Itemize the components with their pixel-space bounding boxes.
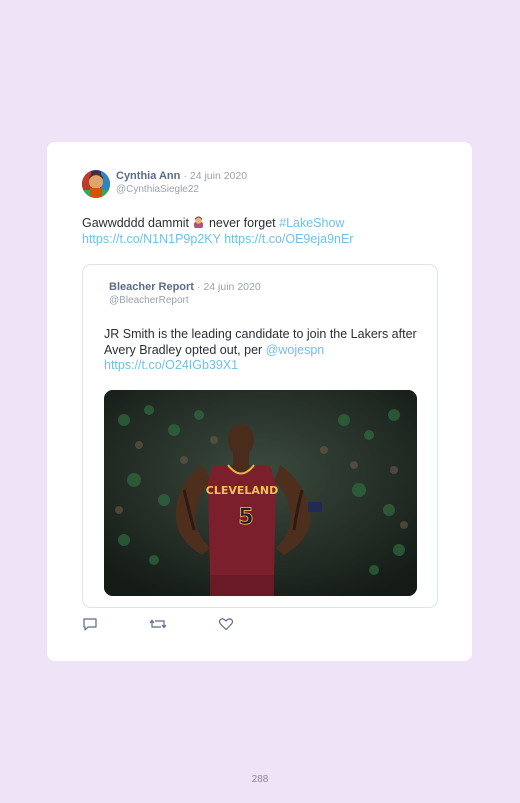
mention-link[interactable]: @wojespn: [266, 343, 325, 357]
quoted-author-line: Bleacher Report · 24 juin 2020: [109, 281, 261, 293]
user-avatar[interactable]: [82, 170, 110, 198]
jersey-text: CLEVELAND: [206, 484, 278, 497]
quoted-tweet-date[interactable]: · 24 juin 2020: [197, 281, 261, 293]
quoted-author-handle[interactable]: @BleacherReport: [109, 295, 189, 306]
jersey-number: 5: [238, 505, 253, 530]
retweet-icon[interactable]: [149, 616, 167, 634]
reply-icon[interactable]: [82, 616, 100, 634]
author-name[interactable]: Cynthia Ann: [116, 170, 180, 182]
tweet-link-1[interactable]: https://t.co/N1N1P9p2KY: [82, 232, 221, 246]
tweet-actions: [82, 616, 282, 634]
page-number: 288: [251, 774, 269, 785]
author-line: Cynthia Ann · 24 juin 2020: [116, 170, 247, 182]
quoted-author-name[interactable]: Bleacher Report: [109, 281, 194, 293]
tweet-text-part1: Gawwdddd dammit: [82, 216, 193, 230]
quoted-tweet[interactable]: Bleacher Report · 24 juin 2020 @Bleacher…: [82, 264, 438, 608]
quoted-tweet-text: JR Smith is the leading candidate to joi…: [104, 327, 424, 374]
heart-icon[interactable]: [218, 616, 236, 634]
tweet-photo[interactable]: CLEVELAND 5: [104, 390, 417, 596]
tweet-link-2[interactable]: https://t.co/OE9eja9nEr: [224, 232, 353, 246]
quoted-tweet-link[interactable]: https://t.co/O24IGb39X1: [104, 358, 238, 372]
hashtag-link[interactable]: #LakeShow: [279, 216, 344, 230]
author-handle[interactable]: @CynthiaSiegle22: [116, 184, 199, 195]
tweet-text: Gawwdddd dammit never forget #LakeShow h…: [82, 215, 452, 247]
quoted-text-body: JR Smith is the leading candidate to joi…: [104, 327, 417, 357]
tweet-text-part2: never forget: [205, 216, 280, 230]
tweet-date[interactable]: · 24 juin 2020: [183, 170, 247, 182]
tweet-card: Cynthia Ann · 24 juin 2020 @CynthiaSiegl…: [47, 142, 472, 661]
woman-facepalming-emoji-icon: [193, 216, 204, 228]
